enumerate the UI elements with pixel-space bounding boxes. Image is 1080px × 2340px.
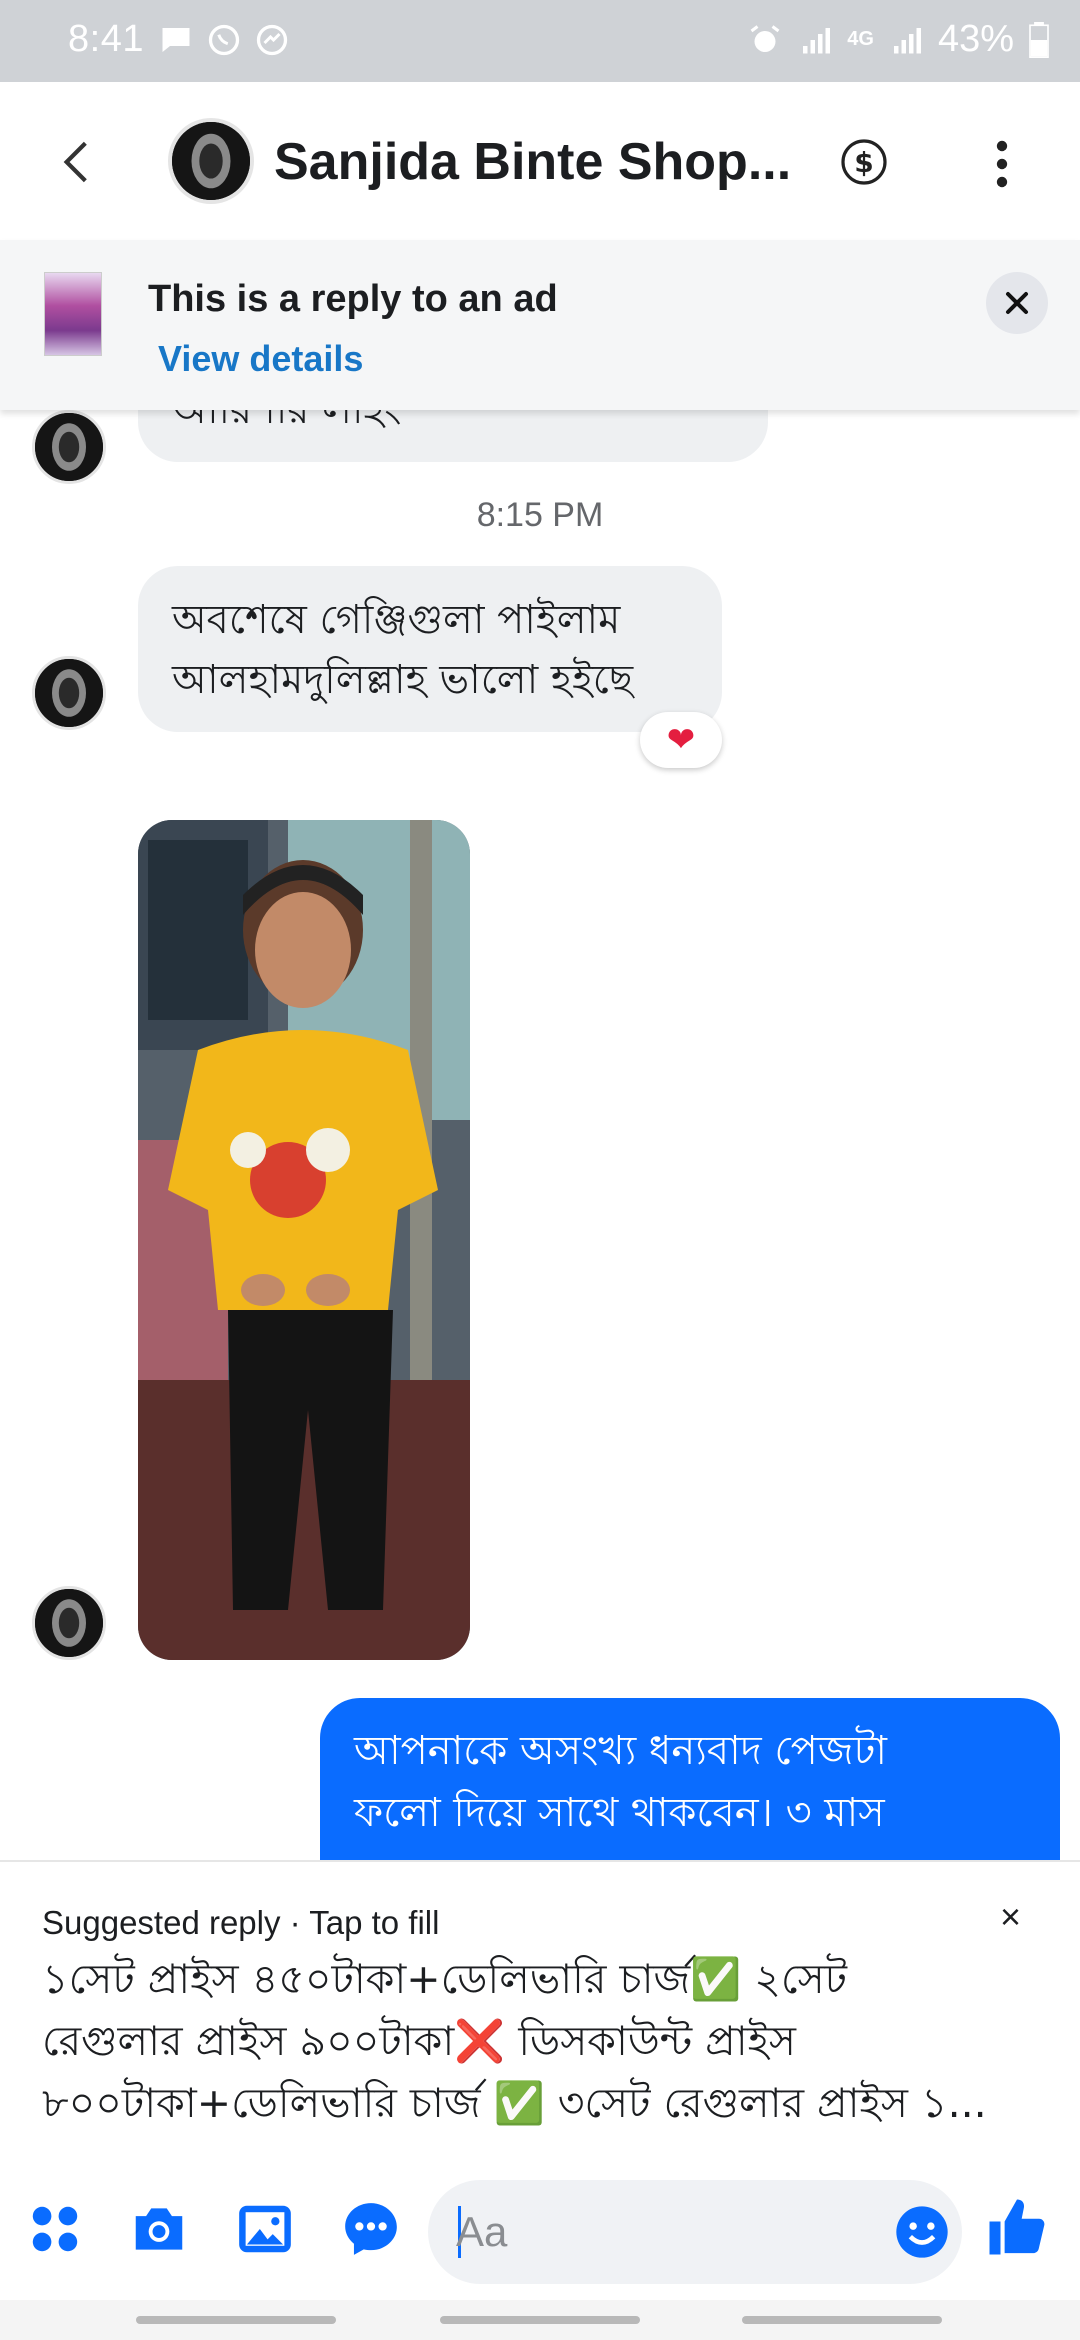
apps-icon[interactable] [24, 2198, 86, 2260]
nav-recent-button[interactable] [136, 2316, 336, 2324]
message-bubble-clipped[interactable]: আরিশার লাইং [138, 410, 768, 462]
nav-back-button[interactable] [742, 2316, 942, 2324]
message-input-wrapper[interactable] [428, 2180, 962, 2284]
signal-icon [803, 27, 831, 53]
message-line: ফলো দিয়ে সাথে থাকবেন। ৩ মাস [354, 1790, 885, 1836]
more-icon[interactable] [992, 140, 1012, 188]
suggested-reply-header: Suggested reply · Tap to fill [42, 1904, 440, 1941]
ad-reply-banner: This is a reply to an ad View details [0, 240, 1080, 410]
like-icon[interactable] [982, 2194, 1052, 2260]
suggested-reply-text[interactable]: ১সেট প্রাইস ৪৫০টাকা+ডেলিভারি চার্জ✅ ২সেট… [42, 1948, 1052, 2138]
ad-thumbnail-image[interactable] [44, 272, 102, 356]
suggested-reply-panel[interactable]: Suggested reply · Tap to fill × ১সেট প্র… [0, 1860, 1080, 2160]
photo-message[interactable] [138, 820, 470, 1660]
message-list[interactable]: আরিশার লাইং 8:15 PM অবশেষে গেঞ্জিগুলা পা… [0, 410, 1080, 1860]
dollar-icon[interactable]: $ [840, 138, 888, 186]
message-timestamp: 8:15 PM [476, 496, 604, 534]
avatar[interactable] [32, 1586, 106, 1660]
suggested-reply-line: ৮০০টাকা+ডেলিভারি চার্জ ✅ ৩সেট রেগুলার প্… [42, 2079, 987, 2127]
network-type: 4G [847, 28, 874, 50]
heart-icon: ❤ [666, 721, 696, 759]
battery-icon [1029, 21, 1049, 58]
avatar-emblem-icon [172, 122, 250, 200]
ad-close-button[interactable] [986, 272, 1048, 334]
signal-icon [893, 27, 921, 53]
message-bubble-outgoing[interactable]: আপনাকে অসংখ্য ধন্যবাদ পেজটা ফলো দিয়ে সা… [320, 1698, 1060, 1860]
message-line: অবশেষে গেঞ্জিগুলা পাইলাম [172, 597, 621, 643]
avatar[interactable] [32, 656, 106, 730]
close-icon [1006, 292, 1028, 314]
message-icon [162, 28, 190, 52]
suggested-reply-line: ১সেট প্রাইস ৪৫০টাকা+ডেলিভারি চার্জ✅ ২সেট [42, 1955, 847, 2003]
alarm-icon [750, 24, 780, 52]
suggested-reply-close-button[interactable]: × [1000, 1896, 1040, 1937]
ad-banner-title: This is a reply to an ad [148, 278, 558, 320]
message-composer [0, 2160, 1080, 2300]
emoji-icon[interactable] [894, 2204, 950, 2260]
messenger-icon [256, 24, 288, 56]
status-bar: 8:41 4G 43% [0, 0, 1080, 82]
message-text: আরিশার লাইং [172, 410, 402, 433]
child-photo-image [138, 820, 470, 1660]
conversation-header: Sanjida Binte Shop... $ [0, 82, 1080, 240]
system-navigation-bar [0, 2300, 1080, 2340]
message-bubble-incoming[interactable]: অবশেষে গেঞ্জিগুলা পাইলাম আলহামদুলিল্লাহ … [138, 566, 722, 732]
avatar-emblem-icon [35, 1589, 103, 1657]
nav-home-button[interactable] [440, 2316, 640, 2324]
avatar[interactable] [32, 410, 106, 484]
avatar-emblem-icon [35, 413, 103, 481]
messenger-screen: 8:41 4G 43% Sanjida Binte Shop... $ আরিশ… [0, 0, 1080, 2340]
message-line: আলহামদুলিল্লাহ ভালো হইছে [172, 657, 634, 703]
message-input[interactable] [456, 2202, 876, 2262]
avatar-emblem-icon [35, 659, 103, 727]
status-system-icons: 4G 43% [747, 18, 1050, 61]
whatsapp-icon [208, 24, 240, 56]
battery-percent: 43% [937, 18, 1014, 60]
svg-text:$: $ [854, 146, 873, 179]
gallery-icon[interactable] [234, 2198, 296, 2260]
heart-reaction[interactable]: ❤ [640, 712, 722, 768]
message-line: আপনাকে অসংখ্য ধন্যবাদ পেজটা [354, 1728, 887, 1774]
camera-icon[interactable] [128, 2198, 190, 2260]
view-details-link[interactable]: View details [158, 338, 363, 380]
back-icon[interactable] [52, 134, 102, 190]
suggested-reply-line: রেগুলার প্রাইস ৯০০টাকা❌ ডিসকাউন্ট প্রাইস [42, 2017, 797, 2065]
avatar[interactable] [168, 118, 254, 204]
conversation-title[interactable]: Sanjida Binte Shop... [274, 132, 791, 192]
status-time: 8:41 [68, 18, 144, 60]
status-notification-icons [158, 22, 290, 58]
chat-bubble-icon[interactable] [340, 2198, 402, 2260]
